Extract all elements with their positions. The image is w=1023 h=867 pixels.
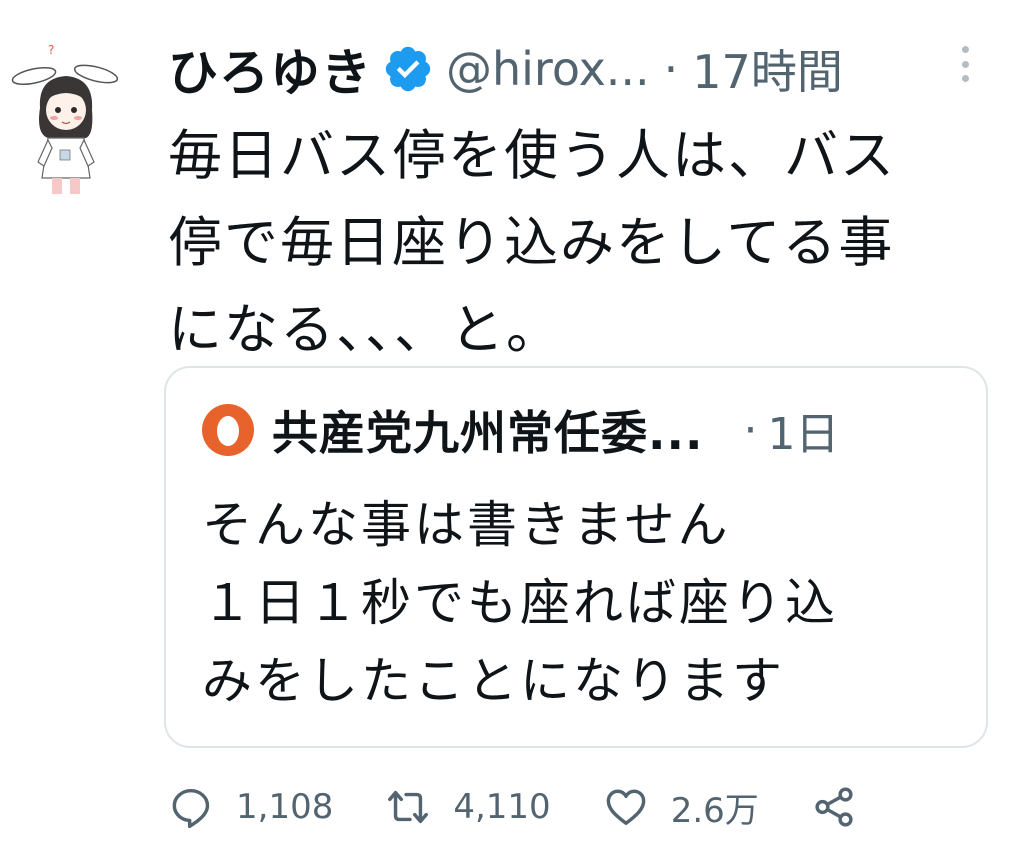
like-count: 2.6万 [670,790,759,831]
quoted-text-line: みをしたことになります [202,652,785,710]
quoted-tweet-text: そんな事は書きません １日１秒でも座れば座り込 みをしたことになります [202,486,838,720]
reply-icon [172,788,210,829]
author-name[interactable]: ひろゆき [168,33,372,105]
svg-text:?: ? [48,43,54,57]
tweet-text: 毎日バス停を使う人は、バス 停で毎日座り込みをしてる事 になる、、、と。 [168,112,968,373]
tweet-header: ひろゆき @hirox... · 17時間 [168,36,843,102]
header-separator: · [663,42,679,96]
tweet-text-line: になる、、、と。 [168,298,562,361]
tweet-timestamp[interactable]: 17時間 [692,36,843,102]
tweet-actions: 1,108 4,110 2.6万 [168,776,857,838]
menu-dot [961,75,969,82]
quoted-header-separator: · [743,404,758,456]
author-handle[interactable]: @hirox... [446,42,650,96]
quoted-tweet[interactable]: 共産党九州常任委... · 1日 そんな事は書きません １日１秒でも座れば座り込… [164,366,988,748]
menu-dot [961,60,969,68]
user-avatar[interactable]: ? [10,38,130,198]
tweet-card: ? ひろゆき @hirox... · 17時間 毎日バス停を使う人は、バス 停で… [0,0,1023,867]
reply-count: 1,108 [236,787,334,827]
quoted-author-avatar [202,404,254,456]
tweet-text-line: 毎日バス停を使う人は、バス [168,124,896,187]
quoted-tweet-header: 共産党九州常任委... · 1日 [202,398,839,462]
retweet-icon [388,790,429,824]
tweet-text-line: 停で毎日座り込みをしてる事 [168,211,895,274]
quoted-text-line: そんな事は書きません [202,496,731,554]
quoted-author-name: 共産党九州常任委... [272,406,704,460]
share-icon [815,787,853,827]
verified-badge-icon [385,46,431,92]
reply-button[interactable]: 1,108 [168,784,333,830]
more-options-button[interactable] [954,44,976,84]
share-button[interactable] [811,784,857,830]
retweet-button[interactable]: 4,110 [385,784,551,830]
heart-icon [606,789,646,826]
retweet-count: 4,110 [453,787,551,827]
like-button[interactable]: 2.6万 [603,783,759,832]
quoted-timestamp: 1日 [767,409,840,460]
menu-dot [961,46,969,53]
quoted-text-line: １日１秒でも座れば座り込 [202,574,838,632]
